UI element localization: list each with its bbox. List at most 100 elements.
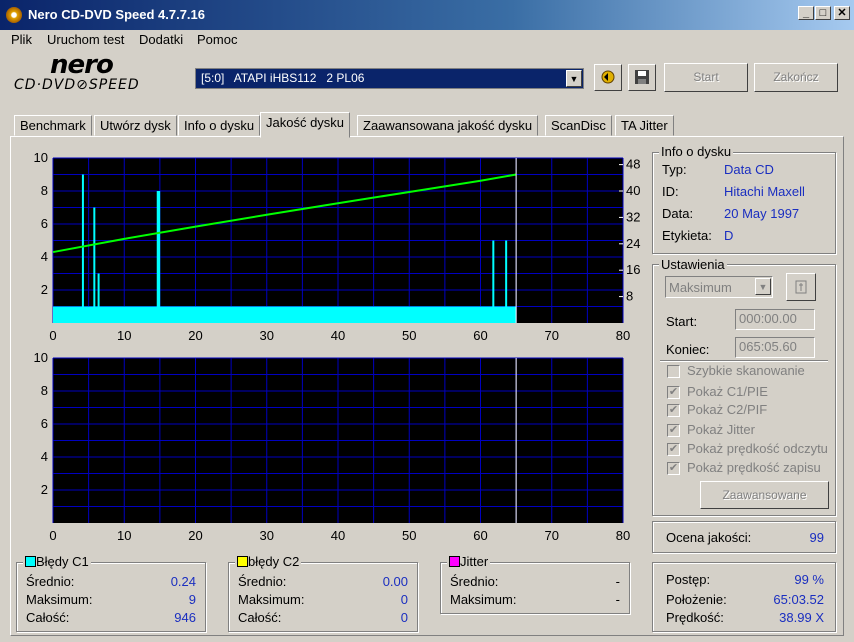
- chart1-y2-tick-label: 32: [626, 209, 640, 224]
- refresh-speed-button[interactable]: [786, 273, 816, 301]
- chevron-down-icon[interactable]: ▼: [755, 278, 771, 295]
- c1-max-value: 9: [188, 592, 196, 607]
- maximize-button[interactable]: □: [815, 6, 831, 20]
- chart1-c1-bar: [81, 174, 84, 323]
- settings-divider: [660, 360, 828, 362]
- tab-ta-jitter[interactable]: TA Jitter: [615, 115, 674, 136]
- save-button[interactable]: [628, 64, 656, 91]
- c1-title-text: Błędy C1: [36, 554, 89, 569]
- chart2-x-tick-label: 70: [545, 528, 559, 543]
- chart1-y2-tick-label: 24: [626, 236, 640, 251]
- swap-icon: [601, 70, 615, 84]
- chart1-x-tick-label: 0: [49, 328, 56, 343]
- show-write-speed-checkbox[interactable]: ✔: [667, 462, 680, 475]
- c2-swatch-icon: [237, 556, 248, 567]
- chart1-y2-tick-label: 16: [626, 262, 640, 277]
- chart1-y-tick-label: 2: [41, 282, 48, 297]
- app-icon: [6, 7, 22, 23]
- chart1-y-tick-label: 4: [41, 249, 48, 264]
- chart1-x-tick-label: 10: [117, 328, 131, 343]
- end-time-label: Koniec:: [666, 342, 710, 357]
- c2-total-value: 0: [400, 610, 408, 625]
- c2-avg-value: 0.00: [382, 574, 408, 589]
- stop-button[interactable]: Zakończ: [754, 63, 838, 92]
- chart1-y2-tick-label: 48: [626, 157, 640, 172]
- start-time-label: Start:: [666, 314, 698, 329]
- start-button[interactable]: Start: [664, 63, 748, 92]
- chart1-c1-bar: [158, 191, 161, 323]
- start-time-field[interactable]: 000:00.00: [735, 309, 815, 330]
- jitter-avg-label: Średnio:: [450, 574, 499, 589]
- chart1-x-tick-label: 80: [616, 328, 630, 343]
- chart2-x-tick-label: 60: [473, 528, 487, 543]
- chart2-x-tick-label: 10: [117, 528, 131, 543]
- c2-max-value: 0: [400, 592, 408, 607]
- chart1-x-tick-label: 60: [473, 328, 487, 343]
- c2-title-text: błędy C2: [248, 554, 300, 569]
- show-c2-checkbox[interactable]: ✔: [667, 404, 680, 417]
- c1-swatch-icon: [25, 556, 36, 567]
- show-c1-checkbox[interactable]: ✔: [667, 386, 680, 399]
- refresh-icon: [795, 280, 807, 294]
- c1-max-label: Maksimum:: [26, 592, 93, 607]
- show-read-speed-checkbox[interactable]: ✔: [667, 443, 680, 456]
- jitter-max-label: Maksimum:: [450, 592, 517, 607]
- menu-pomoc[interactable]: Pomoc: [197, 32, 237, 48]
- c1-total-value: 946: [174, 610, 196, 625]
- c2-total-label: Całość:: [238, 610, 282, 625]
- chart1-x-tick-label: 70: [545, 328, 559, 343]
- position-value: 65:03.52: [773, 592, 824, 607]
- quality-label: Ocena jakości:: [666, 530, 752, 545]
- chart1-x-tick-label: 20: [188, 328, 202, 343]
- id-value: Hitachi Maxell: [724, 184, 805, 199]
- c2-max-label: Maksimum:: [238, 592, 305, 607]
- tab-zaawansowana-jakosc-dysku[interactable]: Zaawansowana jakość dysku: [357, 115, 539, 136]
- chart1-c1-bar: [93, 207, 96, 323]
- tab-benchmark[interactable]: Benchmark: [14, 115, 92, 136]
- menu-dodatki[interactable]: Dodatki: [139, 32, 183, 48]
- jitter-avg-value: -: [615, 574, 620, 589]
- show-c1-label: Pokaż C1/PIE: [687, 384, 768, 399]
- tab-utworz-dysk[interactable]: Utwórz dysk: [94, 115, 177, 136]
- tab-scandisc[interactable]: ScanDisc: [545, 115, 612, 136]
- floppy-icon: [635, 70, 649, 84]
- minimize-button[interactable]: _: [798, 6, 814, 20]
- c2-errors-title: błędy C2: [235, 554, 302, 569]
- error-chart-c1: 0 10 20 30 40 50 60 70 8024681081624324048: [34, 150, 641, 343]
- chart2-y-tick-label: 4: [41, 449, 48, 464]
- tab-info-o-dysku[interactable]: Info o dysku: [178, 115, 261, 136]
- drive-select[interactable]: [5:0] ATAPI iHBS112 2 PL06: [195, 68, 584, 89]
- chart1-c1-bar: [505, 240, 508, 323]
- show-read-speed-label: Pokaż prędkość odczytu: [687, 441, 828, 456]
- chart1-c1-bar: [492, 240, 495, 323]
- refresh-drive-button[interactable]: [594, 64, 622, 91]
- disc-label-value: D: [724, 228, 734, 243]
- chart2-y-tick-label: 8: [41, 383, 48, 398]
- menu-uruchom-test[interactable]: Uruchom test: [47, 32, 124, 48]
- date-label: Data:: [662, 206, 694, 221]
- nero-logo: nero: [50, 50, 114, 80]
- settings-title: Ustawienia: [659, 257, 727, 272]
- chart1-c1-bar: [97, 273, 100, 323]
- end-time-field[interactable]: 065:05.60: [735, 337, 815, 358]
- jitter-title: Jitter: [447, 554, 491, 569]
- show-jitter-checkbox[interactable]: ✔: [667, 424, 680, 437]
- type-label: Typ:: [662, 162, 687, 177]
- show-jitter-label: Pokaż Jitter: [687, 422, 755, 437]
- chart1-x-tick-label: 40: [331, 328, 345, 343]
- c2-avg-label: Średnio:: [238, 574, 287, 589]
- title-bar[interactable]: Nero CD-DVD Speed 4.7.7.16 _ □ ✕: [0, 0, 854, 30]
- advanced-button[interactable]: Zaawansowane: [700, 481, 829, 509]
- close-button[interactable]: ✕: [834, 6, 850, 20]
- chart2-x-tick-label: 50: [402, 528, 416, 543]
- quick-scan-checkbox[interactable]: [667, 365, 680, 378]
- id-label: ID:: [662, 184, 679, 199]
- chart1-x-tick-label: 30: [260, 328, 274, 343]
- chevron-down-icon[interactable]: ▼: [566, 70, 582, 87]
- tab-jakosc-dysku[interactable]: Jakość dysku: [260, 112, 351, 138]
- date-value: 20 May 1997: [724, 206, 800, 221]
- position-label: Położenie:: [666, 592, 727, 607]
- chart2-x-tick-label: 20: [188, 528, 202, 543]
- menu-plik[interactable]: Plik: [11, 32, 32, 48]
- speed-value: 38.99 X: [779, 610, 824, 625]
